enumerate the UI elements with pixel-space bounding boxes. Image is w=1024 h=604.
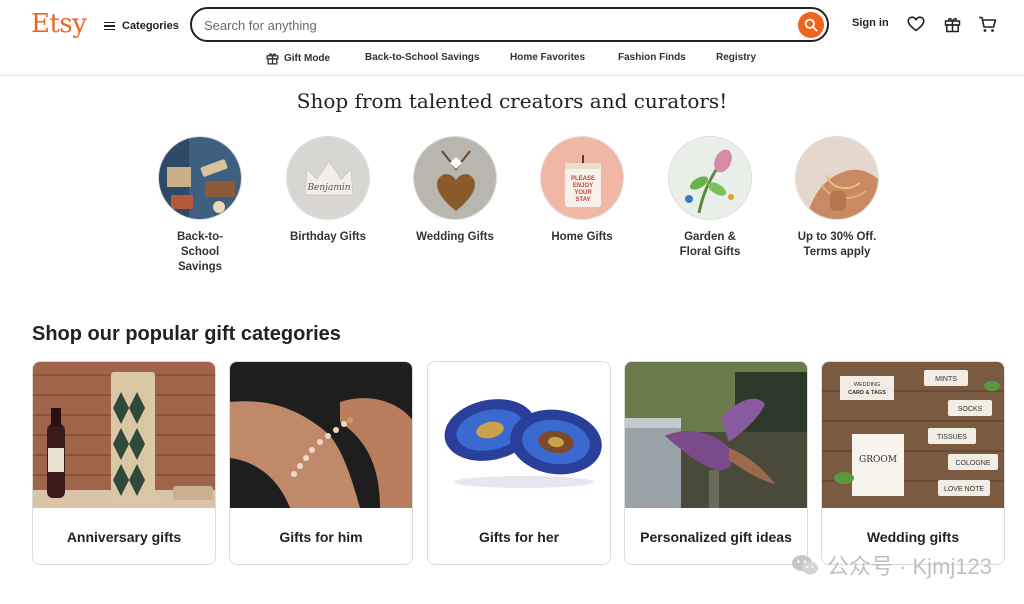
circle-sale[interactable]: Up to 30% Off. Terms apply — [782, 136, 892, 260]
search-button[interactable] — [798, 12, 824, 38]
sub-navigation: Gift Mode Back-to-School Savings Home Fa… — [0, 52, 1024, 66]
site-header: Etsy Categories Sign in — [0, 0, 1024, 76]
circle-label-line: School — [180, 246, 220, 258]
circle-label-line: Garden & — [684, 231, 736, 243]
nav-gift-mode-label: Gift Mode — [284, 53, 331, 64]
watermark-text: 公众号 · Kjmj123 — [826, 554, 992, 579]
cart-icon — [978, 16, 996, 32]
wedding-sign-line-2: CARD & TAGS — [848, 390, 886, 396]
wedding-card-groom: GROOM — [859, 455, 897, 465]
favorites-button[interactable] — [906, 14, 926, 34]
back-to-school-image — [158, 136, 242, 220]
circle-label-line: Floral Gifts — [679, 246, 741, 258]
gift-icon — [266, 53, 279, 65]
gifts-for-her-image — [428, 362, 610, 508]
card-label: Gifts for her — [478, 529, 560, 545]
card-label: Gifts for him — [279, 529, 363, 545]
circle-label-line: Up to 30% Off. — [797, 231, 877, 243]
circle-garden-floral-gifts[interactable]: Garden & Floral Gifts — [655, 136, 765, 260]
nav-back-to-school[interactable]: Back-to-School Savings — [365, 52, 479, 63]
card-label: Anniversary gifts — [66, 529, 182, 545]
nav-fashion-finds[interactable]: Fashion Finds — [618, 52, 686, 63]
nav-gift-mode[interactable]: Gift Mode — [266, 52, 330, 65]
cart-button[interactable] — [977, 14, 997, 34]
circle-label-line: Back-to- — [176, 231, 223, 243]
circle-label-line: Birthday Gifts — [289, 231, 367, 243]
wedding-gifts-card-image: WEDDING CARD & TAGS GROOM MINTS SOCKS TI… — [822, 362, 1004, 508]
card-label: Personalized gift ideas — [640, 529, 792, 545]
circle-label-line: Savings — [177, 261, 223, 273]
wedding-sign-line-1: WEDDING — [854, 382, 881, 388]
card-gifts-for-her[interactable]: Gifts for her — [427, 361, 611, 565]
card-personalized-gift-ideas[interactable]: Personalized gift ideas — [624, 361, 808, 565]
tag-cologne: COLOGNE — [955, 460, 990, 467]
circle-label-line: Wedding Gifts — [416, 231, 494, 243]
search-input[interactable] — [204, 15, 784, 35]
birthday-crown-text: Benjamin — [306, 183, 350, 193]
circle-home-gifts[interactable]: PLEASE ENJOY YOUR STAY Home Gifts — [527, 136, 637, 245]
birthday-gifts-image: Benjamin — [286, 136, 370, 220]
card-wedding-gifts[interactable]: WEDDING CARD & TAGS GROOM MINTS SOCKS TI… — [821, 361, 1005, 565]
candle-text-1: PLEASE — [571, 176, 595, 182]
wechat-icon — [791, 555, 818, 575]
gift-mode-button[interactable] — [942, 14, 962, 34]
search-icon — [804, 18, 818, 32]
card-anniversary-gifts[interactable]: Anniversary gifts — [32, 361, 216, 565]
garden-floral-image — [668, 136, 752, 220]
circle-label-line: Terms apply — [803, 246, 871, 258]
tag-tissues: TISSUES — [937, 434, 967, 441]
circle-wedding-gifts[interactable]: Wedding Gifts — [400, 136, 510, 245]
card-gifts-for-him[interactable]: Gifts for him — [229, 361, 413, 565]
circle-label-line: Home Gifts — [551, 231, 613, 243]
tag-mints: MINTS — [935, 376, 957, 383]
sign-in-link[interactable]: Sign in — [852, 17, 889, 29]
etsy-logo[interactable]: Etsy — [31, 9, 87, 39]
search-bar — [190, 7, 829, 42]
home-gifts-image: PLEASE ENJOY YOUR STAY — [540, 136, 624, 220]
heart-icon — [907, 16, 925, 32]
anniversary-gifts-image — [33, 362, 215, 508]
nav-registry[interactable]: Registry — [716, 52, 756, 63]
wedding-gifts-image — [413, 136, 497, 220]
hero-title: Shop from talented creators and curators… — [296, 89, 728, 113]
gifts-for-him-image — [230, 362, 412, 508]
personalized-gifts-image — [625, 362, 807, 508]
tag-love-note: LOVE NOTE — [944, 486, 984, 493]
nav-home-favorites[interactable]: Home Favorites — [510, 52, 585, 63]
circle-back-to-school[interactable]: Back-to- School Savings — [145, 136, 255, 275]
circle-birthday-gifts[interactable]: Benjamin Birthday Gifts — [273, 136, 383, 245]
sale-jewelry-image — [795, 136, 879, 220]
categories-button[interactable]: Categories — [104, 16, 179, 36]
popular-section-title: Shop our popular gift categories — [32, 323, 341, 345]
tag-socks: SOCKS — [958, 406, 983, 413]
candle-text-3: YOUR — [574, 190, 592, 196]
categories-label: Categories — [122, 20, 179, 32]
candle-text-4: STAY — [575, 197, 590, 203]
hamburger-icon — [104, 21, 115, 31]
candle-text-2: ENJOY — [573, 183, 593, 189]
watermark: 公众号 · Kjmj123 — [791, 549, 992, 581]
gift-icon — [944, 17, 960, 32]
